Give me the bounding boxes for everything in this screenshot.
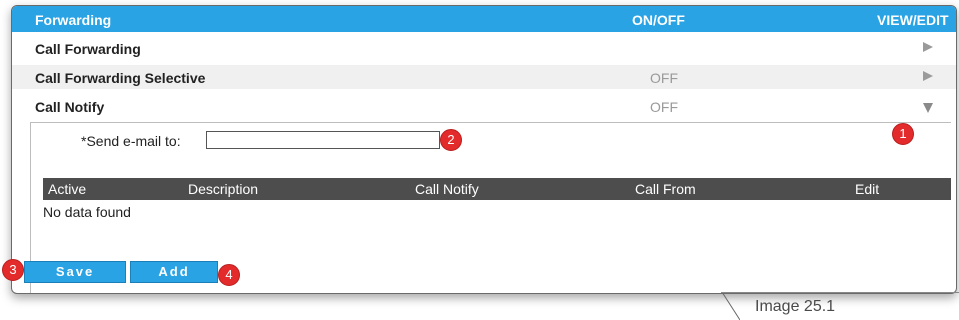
col-description: Description [188,181,259,197]
col-active: Active [48,181,87,197]
row-label: Call Notify [35,99,105,115]
status-text: OFF [650,70,678,86]
callout-2: 2 [440,129,462,151]
col-call-from: Call From [635,181,696,197]
row-label: Call Forwarding Selective [35,70,206,86]
notify-table-header: Active Description Call Notify Call From… [43,178,951,200]
caption-top-rule [721,292,959,293]
row-label: Call Forwarding [35,41,141,57]
status-text: OFF [650,99,678,115]
image-caption: Image 25.1 [755,298,836,315]
callout-4: 4 [218,264,240,286]
row-call-forwarding-selective[interactable]: Call Forwarding Selective OFF [12,65,956,89]
col-edit: Edit [855,181,880,197]
empty-table-text: No data found [43,204,131,220]
row-call-notify[interactable]: Call Notify OFF [12,94,956,118]
call-notify-body: *Send e-mail to: Active Description Call… [24,122,951,293]
caption-divider [721,292,740,320]
save-button[interactable]: Save [24,261,126,283]
email-input[interactable] [206,131,440,149]
add-button[interactable]: Add [130,261,218,283]
email-label: *Send e-mail to: [81,133,181,149]
expand-arrow-icon[interactable] [923,71,933,81]
caption-box: Image 25.1 [700,292,959,320]
row-call-forwarding[interactable]: Call Forwarding [12,36,956,60]
col-call-notify: Call Notify [415,181,479,197]
callout-3: 3 [2,259,24,281]
section-title: Forwarding [35,12,112,28]
collapse-arrow-icon[interactable] [923,103,933,113]
expand-arrow-icon[interactable] [923,42,933,52]
viewedit-column-header: VIEW/EDIT [877,12,949,28]
section-header: Forwarding ON/OFF VIEW/EDIT [12,6,956,32]
forwarding-panel: Forwarding ON/OFF VIEW/EDIT Call Forward… [11,5,957,294]
onoff-column-header: ON/OFF [632,12,685,28]
callout-1: 1 [892,123,914,145]
